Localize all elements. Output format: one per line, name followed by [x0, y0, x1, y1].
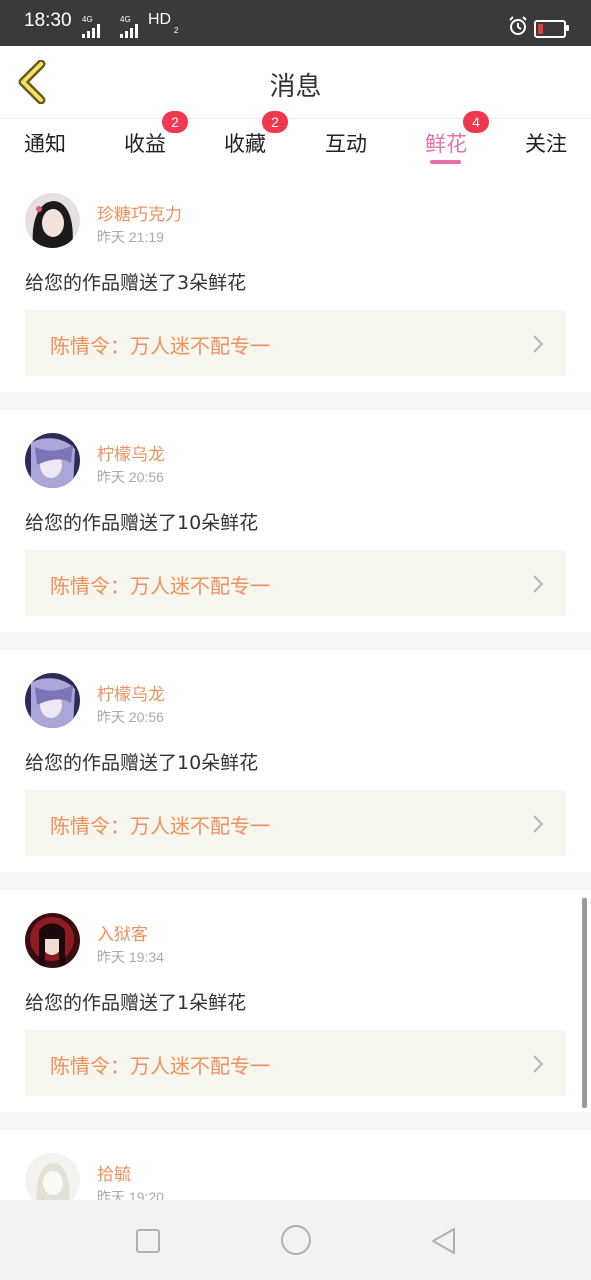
work-link[interactable]: 陈情令：万人迷不配专一: [25, 550, 566, 616]
signal-icon: [82, 24, 100, 38]
username[interactable]: 珍糖巧克力: [97, 200, 182, 225]
earnings-badge: 2: [162, 111, 188, 133]
scrollbar[interactable]: [582, 898, 587, 1108]
message-card: 柠檬乌龙 昨天 20:56 给您的作品赠送了10朵鲜花 陈情令：万人迷不配专一: [0, 410, 591, 632]
message-card: 柠檬乌龙 昨天 20:56 给您的作品赠送了10朵鲜花 陈情令：万人迷不配专一: [0, 650, 591, 872]
username[interactable]: 拾毓: [97, 1160, 131, 1185]
message-card: 拾毓 昨天 19:20: [0, 1130, 591, 1200]
battery-tip: [566, 25, 569, 31]
square-icon[interactable]: [135, 1228, 161, 1254]
network-label-1: 4G: [82, 15, 93, 24]
battery-icon: [534, 20, 566, 38]
username[interactable]: 柠檬乌龙: [97, 680, 165, 705]
circle-icon[interactable]: [280, 1224, 312, 1256]
work-title: 陈情令：万人迷不配专一: [50, 334, 270, 358]
favorites-badge: 2: [262, 111, 288, 133]
status-time: 18:30: [24, 10, 72, 31]
message-time: 昨天 19:34: [97, 949, 164, 965]
triangle-back-icon[interactable]: [430, 1226, 458, 1256]
avatar[interactable]: [25, 913, 80, 968]
network-label-2: 4G: [120, 15, 131, 24]
work-link[interactable]: 陈情令：万人迷不配专一: [25, 1030, 566, 1096]
alarm-icon: [509, 16, 527, 35]
chevron-right-icon: [533, 1055, 544, 1073]
message-text: 给您的作品赠送了10朵鲜花: [25, 752, 259, 774]
message-text: 给您的作品赠送了10朵鲜花: [25, 512, 259, 534]
chevron-right-icon: [533, 335, 544, 353]
work-title: 陈情令：万人迷不配专一: [50, 574, 270, 598]
work-link[interactable]: 陈情令：万人迷不配专一: [25, 790, 566, 856]
status-bar: 18:30 4G 4G HD 2: [0, 0, 591, 46]
message-text: 给您的作品赠送了1朵鲜花: [25, 992, 247, 1014]
message-text: 给您的作品赠送了3朵鲜花: [25, 272, 247, 294]
message-time: 昨天 19:20: [97, 1189, 164, 1200]
message-card: 珍糖巧克力 昨天 21:19 给您的作品赠送了3朵鲜花 陈情令：万人迷不配专一: [0, 170, 591, 392]
tab-follow[interactable]: 关注: [525, 128, 567, 158]
message-time: 昨天 21:19: [97, 229, 164, 245]
avatar[interactable]: [25, 433, 80, 488]
hd-label: HD: [148, 11, 172, 28]
tab-notice[interactable]: 通知: [24, 128, 66, 158]
username[interactable]: 柠檬乌龙: [97, 440, 165, 465]
header: 消息: [0, 46, 591, 119]
page-title: 消息: [269, 72, 322, 102]
system-nav-bar: [0, 1200, 591, 1280]
message-time: 昨天 20:56: [97, 709, 164, 725]
flowers-badge: 4: [463, 111, 489, 133]
chevron-right-icon: [533, 815, 544, 833]
avatar[interactable]: [25, 673, 80, 728]
message-time: 昨天 20:56: [97, 469, 164, 485]
avatar[interactable]: [25, 1153, 80, 1200]
chevron-right-icon: [533, 575, 544, 593]
tab-favorites[interactable]: 收藏: [224, 128, 266, 158]
card-divider: [0, 872, 591, 890]
card-divider: [0, 392, 591, 410]
avatar[interactable]: [25, 193, 80, 248]
username[interactable]: 入狱客: [97, 920, 148, 945]
work-link[interactable]: 陈情令：万人迷不配专一: [25, 310, 566, 376]
tab-flowers[interactable]: 鲜花: [425, 128, 467, 158]
card-divider: [0, 632, 591, 650]
active-tab-indicator: [430, 160, 461, 164]
signal-icon-2: [120, 24, 138, 38]
hd-sub-label: 2: [174, 26, 179, 35]
work-title: 陈情令：万人迷不配专一: [50, 1054, 270, 1078]
tab-earnings[interactable]: 收益: [124, 128, 166, 158]
message-card: 入狱客 昨天 19:34 给您的作品赠送了1朵鲜花 陈情令：万人迷不配专一: [0, 890, 591, 1112]
card-divider: [0, 1112, 591, 1130]
tab-interaction[interactable]: 互动: [325, 128, 367, 158]
work-title: 陈情令：万人迷不配专一: [50, 814, 270, 838]
